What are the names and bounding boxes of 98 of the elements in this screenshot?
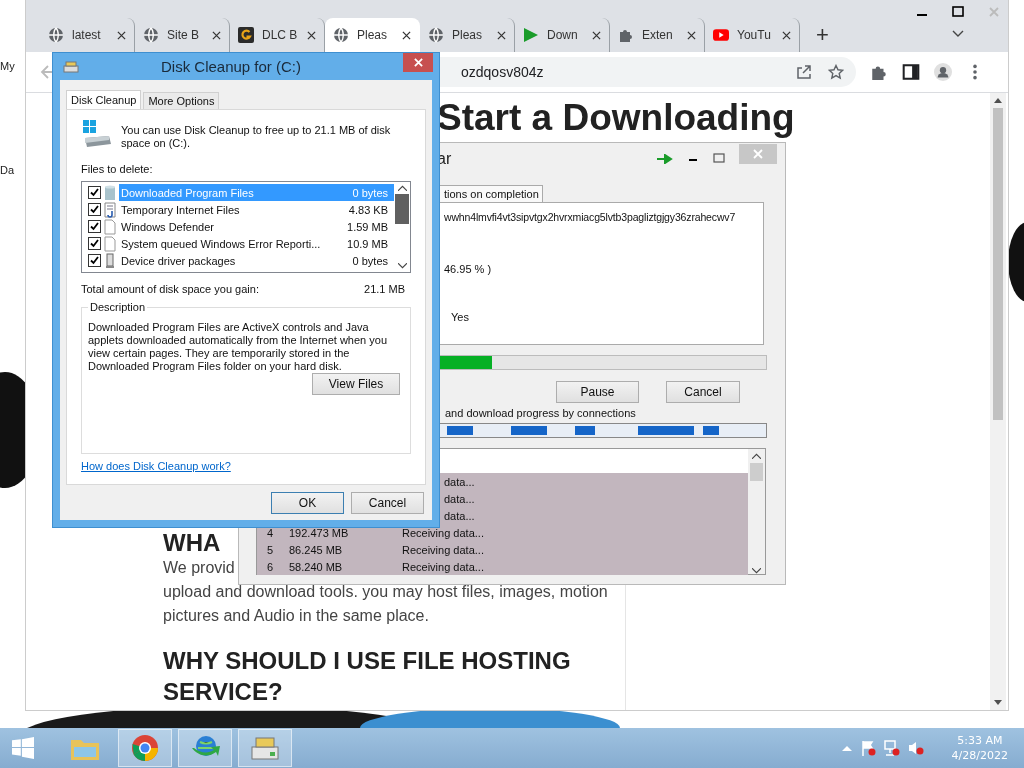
help-link[interactable]: How does Disk Cleanup work?: [81, 460, 231, 472]
share-icon[interactable]: [796, 64, 812, 80]
paragraph-line: upload and download tools. you may host files, images, motion: [163, 582, 608, 602]
play-icon: [523, 27, 539, 43]
chrome-icon: [131, 734, 159, 762]
globe-icon: [48, 27, 64, 43]
close-icon[interactable]: [497, 30, 506, 40]
file-row[interactable]: Temporary Internet Files 4.83 KB: [119, 201, 394, 218]
puzzle-icon: [618, 27, 634, 43]
device-icon: [104, 252, 116, 269]
flag-icon[interactable]: [859, 740, 876, 756]
close-icon[interactable]: [307, 30, 316, 40]
file-row[interactable]: Device driver packages 0 bytes: [119, 252, 394, 269]
maximize-icon[interactable]: [952, 6, 964, 18]
connection-row[interactable]: 5 86.245 MB Receiving data...: [257, 541, 748, 558]
close-icon[interactable]: [117, 30, 126, 40]
page-heading: Start a Downloading: [437, 97, 796, 139]
dialog-tab[interactable]: Disk Cleanup: [66, 90, 142, 109]
arrow-icon[interactable]: [657, 154, 673, 164]
globe-icon: [428, 27, 444, 43]
drive-icon: [81, 118, 113, 150]
connection-row[interactable]: 4 192.473 MB Receiving data...: [257, 524, 748, 541]
dialog-title: Disk Cleanup for (C:): [159, 58, 302, 75]
new-tab-button[interactable]: +: [810, 18, 835, 52]
side-panel-icon[interactable]: [902, 63, 920, 81]
connections-label: and download progress by connections: [445, 407, 636, 419]
star-icon[interactable]: [828, 64, 844, 80]
window-button[interactable]: Pause: [556, 381, 639, 403]
close-icon[interactable]: [212, 30, 221, 40]
url-text: wwhn4lmvfi4vt3sipvtgx2hvrxmiacg5lvtb3pagliztgjgy36zrahecwv7: [444, 211, 737, 223]
close-icon[interactable]: [402, 30, 411, 40]
taskbar-app[interactable]: [178, 729, 232, 767]
description-text: Downloaded Program Files are ActiveX controls and Java applets downloaded automatically from the Internet when you view certain pages. They are temporarily stored in the Downloaded Program Files folder on your hard disk.: [88, 321, 388, 373]
scroll-down-icon[interactable]: [397, 263, 407, 269]
checkbox[interactable]: [88, 237, 101, 250]
scroll-thumb[interactable]: [993, 108, 1003, 420]
scrollbar[interactable]: [748, 449, 765, 574]
scroll-thumb[interactable]: [395, 194, 409, 224]
checkbox[interactable]: [88, 203, 101, 216]
files-label: Files to delete:: [81, 163, 154, 175]
browser-tab[interactable]: Pleas: [325, 18, 420, 52]
blank-page-icon: [104, 218, 116, 235]
total-label: Total amount of disk space you gain:: [81, 283, 259, 295]
document-icon: [104, 201, 116, 218]
total-value: 21.1 MB: [364, 283, 405, 295]
browser-tab[interactable]: Down: [515, 18, 610, 52]
view-files-button[interactable]: View Files: [312, 373, 400, 395]
globe-icon: [333, 27, 349, 43]
speaker-icon[interactable]: [907, 740, 924, 756]
scroll-thumb[interactable]: [750, 463, 763, 481]
browser-tab[interactable]: Pleas: [420, 18, 515, 52]
browser-tab[interactable]: YouTu: [705, 18, 800, 52]
scroll-up-icon[interactable]: [752, 453, 761, 459]
globe-icon: [143, 27, 159, 43]
file-row[interactable]: System queued Windows Error Reporti... 10.9 MB: [119, 235, 394, 252]
progress-percent: 46.95 % ): [444, 263, 492, 275]
checkbox[interactable]: [88, 220, 101, 233]
chevron-down-icon[interactable]: [952, 30, 964, 38]
close-icon: [413, 58, 423, 67]
close-icon: [753, 149, 763, 159]
window-button[interactable]: Cancel: [666, 381, 740, 403]
scroll-up-icon[interactable]: [397, 185, 407, 191]
scroll-down-icon[interactable]: [994, 700, 1002, 705]
desktop-icon-label[interactable]: Da: [0, 164, 15, 176]
paragraph-line: We provid: [163, 558, 235, 578]
scrollbar[interactable]: [990, 93, 1006, 710]
paragraph-line: pictures and Audio in the same place.: [163, 606, 429, 626]
taskbar-app[interactable]: [118, 729, 172, 767]
checkbox[interactable]: [88, 254, 101, 267]
close-button[interactable]: [403, 53, 433, 72]
dialog-button[interactable]: Cancel: [351, 492, 424, 514]
close-icon[interactable]: [782, 30, 791, 40]
section-heading: WHY SHOULD I USE FILE HOSTING: [163, 646, 571, 676]
scroll-up-icon[interactable]: [994, 98, 1002, 103]
video-play-icon: [713, 27, 729, 43]
avatar-icon[interactable]: [934, 63, 952, 81]
close-icon[interactable]: [687, 30, 696, 40]
section-heading: WHA: [163, 530, 221, 556]
cylinder-icon: [104, 184, 116, 201]
intro-text: You can use Disk Cleanup to free up to 21.1 MB of disk space on (C:).: [121, 123, 392, 150]
drive-icon: [63, 60, 79, 73]
scroll-down-icon[interactable]: [752, 568, 761, 574]
resume-value: Yes: [451, 311, 469, 323]
network-icon[interactable]: [883, 740, 900, 756]
section-heading: SERVICE?: [163, 677, 283, 707]
group-label: Description: [89, 301, 147, 313]
blank-page-icon: [104, 235, 116, 252]
checkbox[interactable]: [88, 186, 101, 199]
connection-row[interactable]: 6 58.240 MB Receiving data...: [257, 558, 748, 575]
scrollbar[interactable]: [394, 182, 410, 272]
close-icon[interactable]: [592, 30, 601, 40]
browser-tab[interactable]: Exten: [610, 18, 705, 52]
drive-icon: [250, 735, 280, 761]
logo-icon: [238, 27, 254, 43]
desktop-icon-label[interactable]: My: [0, 60, 15, 72]
file-row[interactable]: Windows Defender 1.59 MB: [119, 218, 394, 235]
dialog-tab[interactable]: More Options: [143, 92, 220, 109]
dialog-button[interactable]: OK: [271, 492, 344, 514]
